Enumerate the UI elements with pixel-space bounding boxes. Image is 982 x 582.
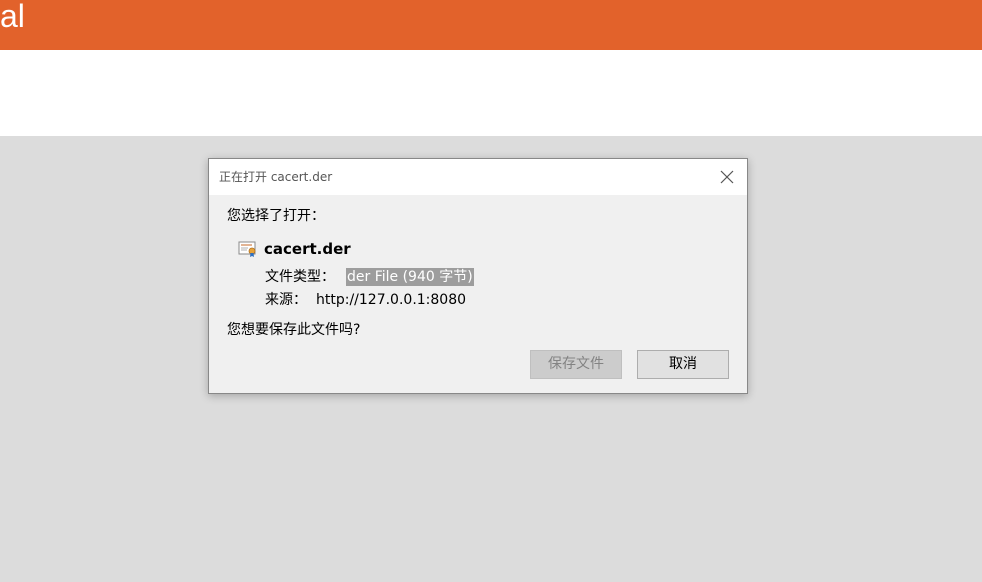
file-type-value: der File (940 字节): [346, 268, 474, 286]
top-header-bar: al: [0, 0, 982, 50]
close-icon[interactable]: [717, 167, 737, 187]
file-source-row: 来源： http://127.0.0.1:8080: [265, 291, 466, 309]
header-title: al: [0, 0, 25, 34]
file-info-row: cacert.der: [238, 239, 351, 259]
save-file-button[interactable]: 保存文件: [530, 350, 622, 379]
certificate-file-icon: [238, 240, 258, 258]
save-question: 您想要保存此文件吗?: [227, 322, 361, 338]
page: al 正在打开 cacert.der 您选择了打开： cacert.der 文件…: [0, 0, 982, 582]
file-source-value: http://127.0.0.1:8080: [316, 292, 467, 308]
content-band: [0, 50, 982, 136]
file-type-label: 文件类型：: [265, 269, 335, 285]
file-source-label: 来源：: [265, 292, 307, 308]
file-type-row: 文件类型： der File (940 字节): [265, 268, 474, 286]
cancel-button[interactable]: 取消: [637, 350, 729, 379]
dialog-titlebar: 正在打开 cacert.der: [209, 159, 747, 195]
dialog-title: 正在打开 cacert.der: [219, 170, 333, 184]
file-name: cacert.der: [264, 240, 351, 258]
dialog-prompt: 您选择了打开：: [227, 208, 325, 224]
file-open-dialog: 正在打开 cacert.der 您选择了打开： cacert.der 文件类型：…: [208, 158, 748, 394]
